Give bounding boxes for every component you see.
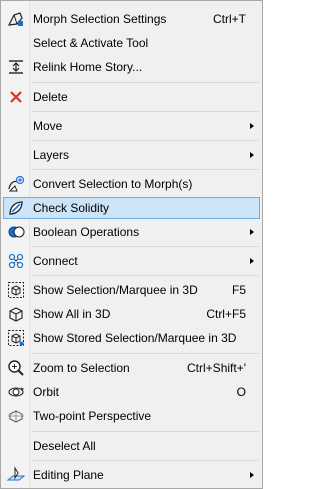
menu-item-boolean-operations[interactable]: Boolean Operations xyxy=(3,221,260,243)
menu-item-check-solidity[interactable]: Check Solidity xyxy=(3,197,260,219)
menu-separator xyxy=(32,460,259,461)
submenu-arrow-icon xyxy=(250,258,254,264)
menu-item-delete[interactable]: Delete xyxy=(3,86,260,108)
menu-separator xyxy=(32,353,259,354)
menu-item-orbit[interactable]: Orbit O xyxy=(3,381,260,403)
menu-item-label: Morph Selection Settings xyxy=(33,12,167,26)
menu-item-show-selection-marquee-3d[interactable]: Show Selection/Marquee in 3D F5 xyxy=(3,279,260,301)
menu-item-label: Move xyxy=(33,119,63,133)
submenu-arrow-icon xyxy=(250,152,254,158)
menu-item-select-activate-tool[interactable]: Select & Activate Tool xyxy=(3,32,260,54)
show-all-3d-icon xyxy=(6,304,26,324)
menu-item-connect[interactable]: Connect xyxy=(3,250,260,272)
menu-separator xyxy=(32,111,259,112)
show-selection-3d-icon xyxy=(6,280,26,300)
menu-item-label: Editing Plane xyxy=(33,468,104,482)
menu-item-morph-selection-settings[interactable]: Morph Selection Settings Ctrl+T xyxy=(3,8,260,30)
menu-item-shortcut: Ctrl+F5 xyxy=(206,307,246,321)
menu-item-label: Orbit xyxy=(33,385,60,399)
menu-item-label: Two-point Perspective xyxy=(33,409,152,423)
editing-plane-icon xyxy=(6,465,26,485)
menu-item-label: Zoom to Selection xyxy=(33,361,130,375)
two-point-perspective-icon xyxy=(6,406,26,426)
menu-separator xyxy=(32,140,259,141)
check-solidity-icon xyxy=(6,198,26,218)
orbit-icon xyxy=(6,382,26,402)
menu-item-label: Show All in 3D xyxy=(33,307,111,321)
submenu-arrow-icon xyxy=(250,229,254,235)
menu-item-shortcut: Ctrl+Shift+' xyxy=(187,361,246,375)
morph-settings-icon xyxy=(6,9,26,29)
menu-item-label: Boolean Operations xyxy=(33,225,140,239)
menu-item-label: Relink Home Story... xyxy=(33,60,143,74)
menu-item-shortcut: O xyxy=(236,385,246,399)
menu-item-two-point-perspective[interactable]: Two-point Perspective xyxy=(3,405,260,427)
menu-item-label: Show Stored Selection/Marquee in 3D xyxy=(33,331,237,345)
menu-separator xyxy=(32,246,259,247)
menu-item-label: Select & Activate Tool xyxy=(33,36,149,50)
show-stored-3d-icon xyxy=(6,328,26,348)
menu-item-show-all-3d[interactable]: Show All in 3D Ctrl+F5 xyxy=(3,303,260,325)
menu-item-editing-plane[interactable]: Editing Plane xyxy=(3,464,260,486)
menu-separator xyxy=(32,431,259,432)
menu-item-convert-selection-to-morph[interactable]: Convert Selection to Morph(s) xyxy=(3,173,260,195)
delete-x-icon xyxy=(6,87,26,107)
menu-separator xyxy=(32,275,259,276)
menu-item-relink-home-story[interactable]: Relink Home Story... xyxy=(3,56,260,78)
boolean-icon xyxy=(6,222,26,242)
menu-item-deselect-all[interactable]: Deselect All xyxy=(3,435,260,457)
menu-item-label: Deselect All xyxy=(33,439,96,453)
zoom-selection-icon xyxy=(6,358,26,378)
menu-item-shortcut: F5 xyxy=(231,283,246,297)
menu-item-show-stored-selection-3d[interactable]: Show Stored Selection/Marquee in 3D xyxy=(3,327,260,349)
menu-separator xyxy=(32,82,259,83)
menu-item-label: Connect xyxy=(33,254,78,268)
menu-item-label: Check Solidity xyxy=(33,201,110,215)
menu-item-label: Convert Selection to Morph(s) xyxy=(33,177,193,191)
menu-separator xyxy=(32,169,259,170)
menu-item-move[interactable]: Move xyxy=(3,115,260,137)
context-menu: Morph Selection Settings Ctrl+T Select &… xyxy=(0,0,263,489)
relink-story-icon xyxy=(6,57,26,77)
menu-item-layers[interactable]: Layers xyxy=(3,144,260,166)
convert-morph-icon xyxy=(6,174,26,194)
submenu-arrow-icon xyxy=(250,123,254,129)
menu-item-label: Show Selection/Marquee in 3D xyxy=(33,283,198,297)
menu-item-zoom-to-selection[interactable]: Zoom to Selection Ctrl+Shift+' xyxy=(3,357,260,379)
menu-item-label: Layers xyxy=(33,148,70,162)
menu-item-label: Delete xyxy=(33,90,68,104)
menu-item-shortcut: Ctrl+T xyxy=(213,12,246,26)
connect-icon xyxy=(6,251,26,271)
submenu-arrow-icon xyxy=(250,472,254,478)
